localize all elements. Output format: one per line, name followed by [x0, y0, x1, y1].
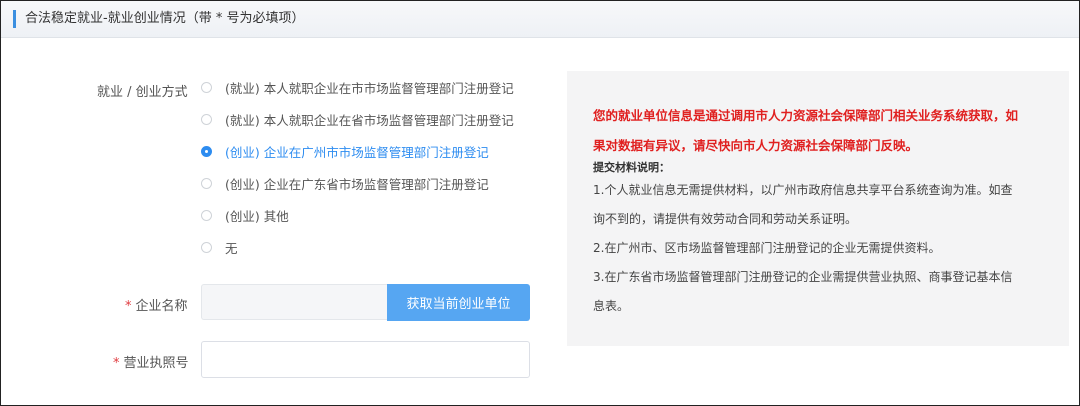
radio-option-label: (创业) 企业在广东省市场监督管理部门注册登记: [225, 176, 489, 192]
license-number-label: * 营业执照号: [113, 352, 189, 371]
radio-option-label: (创业) 企业在广州市市场监督管理部门注册登记: [225, 144, 489, 160]
license-number-input[interactable]: [201, 341, 530, 378]
radio-circle-checked[interactable]: [201, 145, 212, 157]
notice-warning-line-1: 您的就业单位信息是通过调用市人力资源社会保障部门相关业务系统获取，如: [593, 108, 1019, 123]
company-name-input[interactable]: [201, 284, 387, 320]
radio-circle[interactable]: [201, 81, 212, 93]
section-title: 合法稳定就业-就业创业情况（带 * 号为必填项）: [25, 11, 305, 26]
radio-option-4[interactable]: (创业) 企业在广东省市场监督管理部门注册登记: [201, 173, 489, 193]
form-panel: 合法稳定就业-就业创业情况（带 * 号为必填项） 就业 / 创业方式 (就业) …: [0, 0, 1080, 406]
materials-subtitle: 提交材料说明：: [593, 161, 670, 174]
materials-item-3a: 3.在广东省市场监督管理部门注册登记的企业需提供营业执照、商事登记基本信: [593, 270, 1013, 284]
fetch-current-company-button[interactable]: 获取当前创业单位: [387, 284, 530, 321]
license-number-text: 营业执照号: [123, 356, 189, 371]
materials-item-3b: 息表。: [593, 299, 630, 313]
radio-option-label: (就业) 本人就职企业在省市场监督管理部门注册登记: [225, 112, 514, 128]
radio-circle[interactable]: [201, 209, 212, 221]
materials-item-2: 2.在广州市、区市场监督管理部门注册登记的企业无需提供资料。: [593, 241, 941, 255]
company-name-label: * 企业名称: [125, 295, 188, 314]
header-accent-bar: [13, 10, 16, 28]
radio-circle[interactable]: [201, 241, 212, 253]
radio-circle[interactable]: [201, 177, 212, 189]
employment-mode-label: 就业 / 创业方式: [97, 85, 188, 100]
radio-option-5[interactable]: (创业) 其他: [201, 205, 289, 225]
materials-item-1a: 1.个人就业信息无需提供材料，以广州市政府信息共享平台系统查询为准。如查: [593, 183, 1013, 197]
required-marker: *: [113, 356, 120, 371]
radio-option-label: (就业) 本人就职企业在市市场监督管理部门注册登记: [225, 80, 514, 96]
radio-circle[interactable]: [201, 113, 212, 125]
company-name-text: 企业名称: [135, 299, 188, 314]
info-notice-box: 您的就业单位信息是通过调用市人力资源社会保障部门相关业务系统获取，如 果对数据有…: [567, 71, 1069, 346]
required-marker: *: [125, 299, 132, 314]
radio-option-6[interactable]: 无: [201, 237, 238, 257]
radio-option-label: 无: [225, 240, 238, 256]
section-header: 合法稳定就业-就业创业情况（带 * 号为必填项）: [1, 1, 1079, 38]
notice-warning-line-2: 果对数据有异议，请尽快向市人力资源社会保障部门反映。: [593, 138, 919, 153]
radio-option-3[interactable]: (创业) 企业在广州市市场监督管理部门注册登记: [201, 141, 489, 161]
radio-option-1[interactable]: (就业) 本人就职企业在市市场监督管理部门注册登记: [201, 77, 514, 97]
materials-item-1b: 询不到的，请提供有效劳动合同和劳动关系证明。: [593, 212, 858, 226]
radio-option-label: (创业) 其他: [225, 208, 289, 224]
radio-option-2[interactable]: (就业) 本人就职企业在省市场监督管理部门注册登记: [201, 109, 514, 129]
